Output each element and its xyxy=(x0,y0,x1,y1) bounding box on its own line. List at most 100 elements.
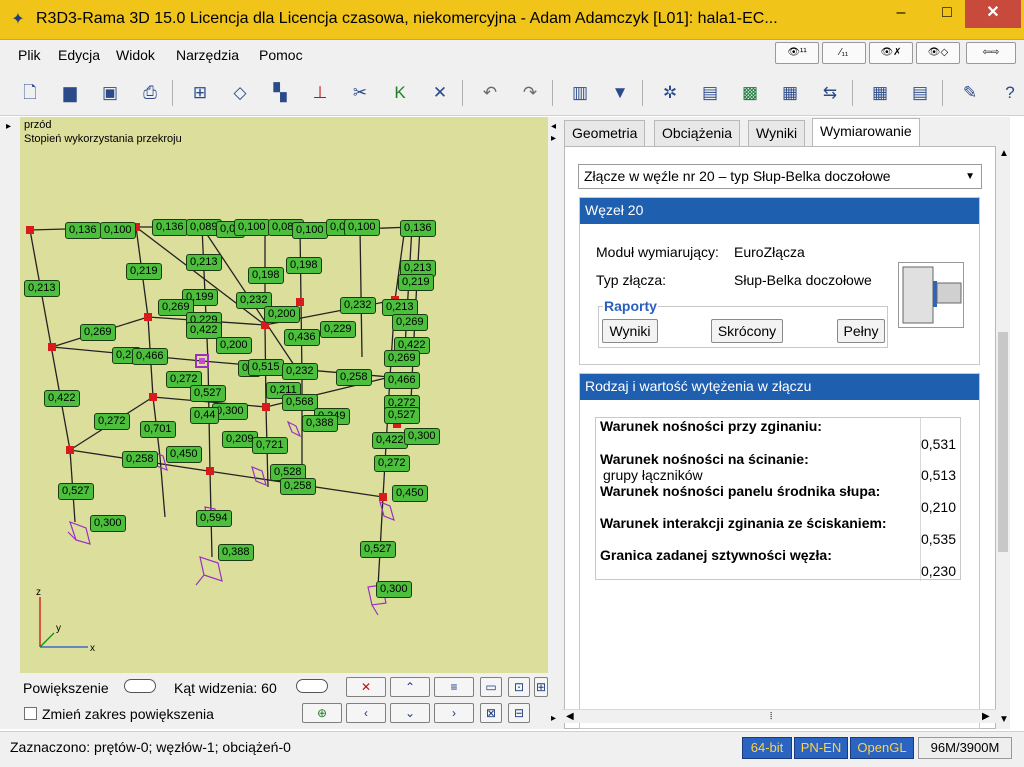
scroll-left-icon[interactable]: ◀ xyxy=(566,711,574,722)
splitter[interactable]: ◂ ▸ ▸ xyxy=(548,117,562,729)
utilization-label: 0,258 xyxy=(122,451,158,468)
criterion-value: 0,535 xyxy=(920,531,956,547)
new-file-icon[interactable]: 🗋 xyxy=(16,80,44,106)
panel-toggle-button[interactable]: ⇦⇨ xyxy=(966,42,1016,64)
collapse-arrow-icon[interactable]: ◂ xyxy=(551,121,556,132)
3d-view-icon[interactable]: ▩ xyxy=(736,80,764,106)
sort-icon[interactable]: ⇆ xyxy=(816,80,844,106)
type-label: Typ złącza: xyxy=(596,272,667,288)
tab-wymiarowanie[interactable]: Wymiarowanie xyxy=(812,118,920,147)
zoom-range-checkbox[interactable] xyxy=(24,707,37,720)
select-box-button[interactable]: ⊠ xyxy=(480,703,502,723)
tab-geometria[interactable]: Geometria xyxy=(564,120,646,146)
save-icon[interactable]: ▣ xyxy=(96,80,124,106)
menu-widok[interactable]: Widok xyxy=(116,47,155,63)
pan-up-button[interactable]: ⌃ xyxy=(390,677,430,697)
expand-left-icon[interactable]: ▸ xyxy=(6,121,11,132)
close-button[interactable]: ✕ xyxy=(965,0,1021,28)
grid-toggle-button[interactable]: ⊞ xyxy=(534,677,548,697)
view-mode-button-3[interactable]: 👁✗ xyxy=(869,42,913,64)
undo-icon[interactable]: ↶ xyxy=(476,80,504,106)
fit-button[interactable]: ⊡ xyxy=(508,677,530,697)
utilization-label: 0,450 xyxy=(392,485,428,502)
zoom-label: Powiększenie xyxy=(23,680,109,696)
utilization-label: 0,388 xyxy=(218,544,254,561)
table-icon[interactable]: ▤ xyxy=(696,80,724,106)
joint-selector[interactable]: Złącze w węźle nr 20 – typ Słup-Belka do… xyxy=(578,164,982,189)
minimize-button[interactable]: – xyxy=(878,0,924,28)
utilization-label: 0,388 xyxy=(302,415,338,432)
clear-select-button[interactable]: ⊟ xyxy=(508,703,530,723)
reset-view-button[interactable]: ✕ xyxy=(346,677,386,697)
view-mode-button-1[interactable]: 👁¹¹ xyxy=(775,42,819,64)
help-icon[interactable]: ? xyxy=(996,80,1024,106)
report-full-button[interactable]: Pełny xyxy=(837,319,885,343)
print-preview-icon[interactable]: ⎙ xyxy=(136,80,164,106)
vertical-scrollbar[interactable]: ▲ ▼ xyxy=(996,146,1010,729)
criterion-label: Warunek interakcji zginania ze ściskanie… xyxy=(600,515,887,531)
view-mode-button-2[interactable]: ⁄₁₁ xyxy=(822,42,866,64)
open-folder-icon[interactable]: ▆ xyxy=(56,80,84,106)
tools-icon[interactable]: ✎ xyxy=(956,80,984,106)
zoom-in-button[interactable]: ⊕ xyxy=(302,703,342,723)
menu-pomoc[interactable]: Pomoc xyxy=(259,47,303,63)
tab-wyniki[interactable]: Wyniki xyxy=(748,120,806,146)
utilization-label: 0,229 xyxy=(320,321,356,338)
utilization-label: 0,100 xyxy=(292,222,328,239)
lock-view-button[interactable]: ≡ xyxy=(434,677,474,697)
utilization-label: 0,300 xyxy=(404,428,440,445)
utilization-label: 0,272 xyxy=(94,413,130,430)
reports-caption: Raporty xyxy=(603,298,658,314)
utilization-label: 0,422 xyxy=(186,322,222,339)
scroll-right-icon[interactable]: ▶ xyxy=(982,711,990,722)
report-icon[interactable]: ▤ xyxy=(906,80,934,106)
delete-icon[interactable]: ✕ xyxy=(426,80,454,106)
screen-button[interactable]: ▭ xyxy=(480,677,502,697)
pan-left-button[interactable]: ‹ xyxy=(346,703,386,723)
utilization-label: 0,466 xyxy=(132,348,168,365)
utilization-label: 0,213 xyxy=(186,254,222,271)
cut-icon[interactable]: ✂ xyxy=(346,80,374,106)
pattern-icon[interactable]: ▦ xyxy=(776,80,804,106)
expand-arrow-icon[interactable]: ▸ xyxy=(551,133,556,144)
filter-icon[interactable]: ▼ xyxy=(606,80,634,106)
fov-slider[interactable] xyxy=(296,679,328,693)
splitter-bottom-icon[interactable]: ▸ xyxy=(551,713,556,724)
menu-narzedzia[interactable]: Narzędzia xyxy=(176,47,239,63)
chevron-down-icon: ▼ xyxy=(965,171,975,182)
report-short-button[interactable]: Skrócony xyxy=(711,319,783,343)
add-node-icon[interactable]: ◇ xyxy=(226,80,254,106)
view-mode-button-4[interactable]: 👁◇ xyxy=(916,42,960,64)
grid-icon[interactable]: ▥ xyxy=(566,80,594,106)
maximize-button[interactable]: □ xyxy=(924,0,970,28)
utilization-label: 0,100 xyxy=(234,219,270,236)
frame-icon[interactable]: ⊞ xyxy=(186,80,214,106)
move-icon[interactable]: ▚ xyxy=(266,80,294,106)
scroll-down-icon[interactable]: ▼ xyxy=(999,714,1009,725)
scroll-up-icon[interactable]: ▲ xyxy=(999,148,1009,159)
add-bar-icon[interactable]: K xyxy=(386,80,414,106)
menu-plik[interactable]: Plik xyxy=(18,47,41,63)
report-results-button[interactable]: Wyniki xyxy=(602,319,658,343)
menu-edycja[interactable]: Edycja xyxy=(58,47,100,63)
node-section-header: Węzeł 20 xyxy=(580,198,979,224)
pan-right-button[interactable]: › xyxy=(434,703,474,723)
settings-icon[interactable]: ✲ xyxy=(656,80,684,106)
joint-diagram xyxy=(902,266,962,324)
scroll-thumb[interactable] xyxy=(998,332,1008,552)
zoom-slider[interactable] xyxy=(124,679,156,693)
pan-down-button[interactable]: ⌄ xyxy=(390,703,430,723)
model-viewport[interactable]: przód Stopień wykorzystania przekroju z … xyxy=(20,117,548,673)
scroll-grip-icon[interactable]: ⦙ xyxy=(770,711,772,722)
utilization-label: 0,450 xyxy=(166,446,202,463)
utilization-label: 0,198 xyxy=(248,267,284,284)
utilization-label: 0,198 xyxy=(286,257,322,274)
tab-obciazenia[interactable]: Obciążenia xyxy=(654,120,741,146)
support-icon[interactable]: ⊥ xyxy=(306,80,334,106)
utilization-label: 0,200 xyxy=(216,337,252,354)
horizontal-scrollbar[interactable]: ◀ ⦙ ▶ xyxy=(562,709,996,723)
redo-icon[interactable]: ↷ xyxy=(516,80,544,106)
utilization-label: 0,515 xyxy=(248,359,284,376)
criterion-label: Warunek nośności przy zginaniu: xyxy=(600,418,822,434)
calculator-icon[interactable]: ▦ xyxy=(866,80,894,106)
